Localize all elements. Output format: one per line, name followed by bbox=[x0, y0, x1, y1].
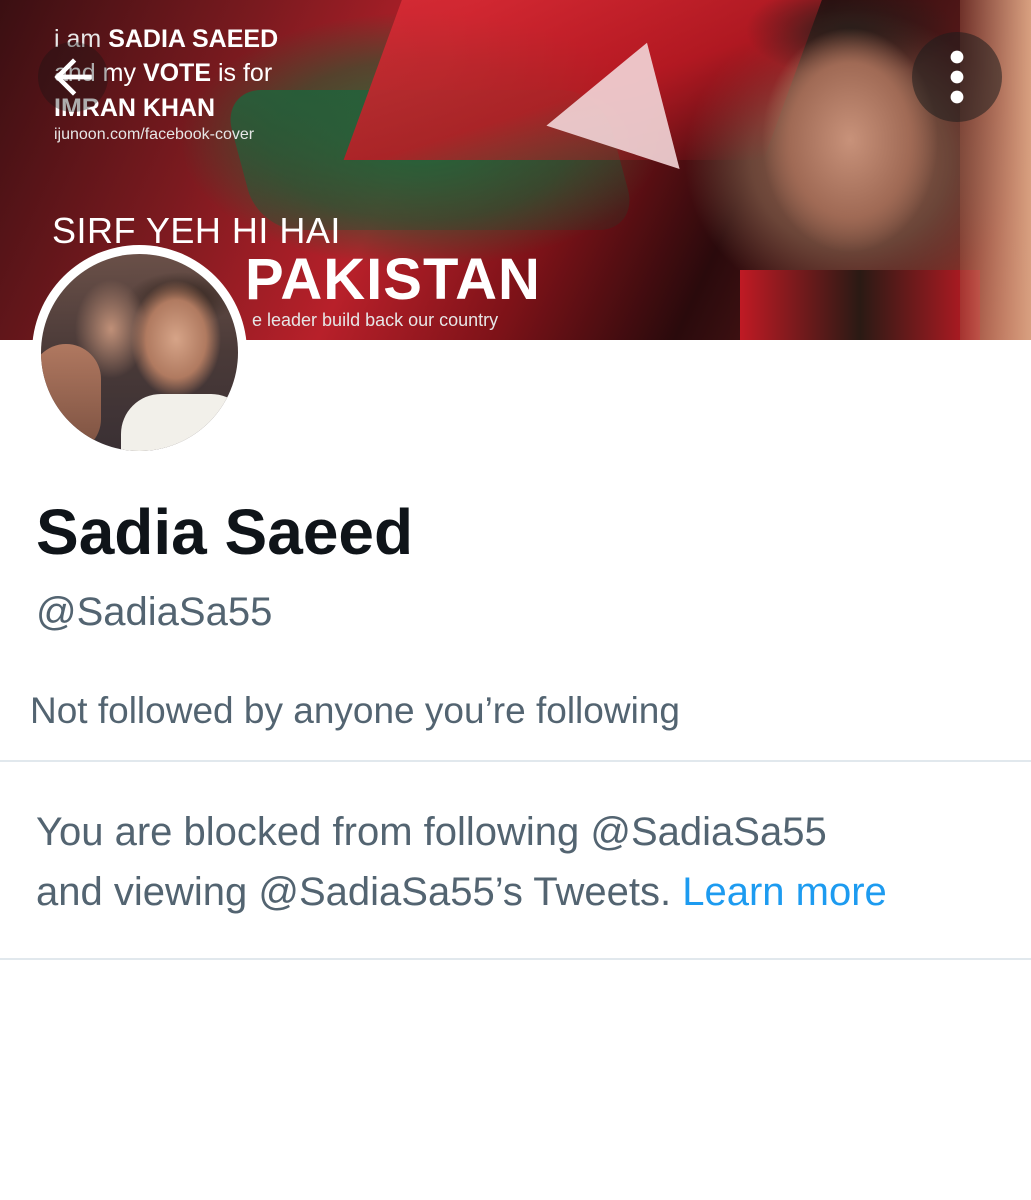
avatar-frame[interactable] bbox=[32, 245, 247, 460]
avatar-side-figure bbox=[41, 344, 101, 451]
more-vertical-icon bbox=[950, 50, 964, 104]
banner-tagline: e leader build back our country bbox=[252, 310, 499, 330]
blocked-message-line1: You are blocked from following @SadiaSa5… bbox=[36, 810, 827, 854]
display-name: Sadia Saeed bbox=[36, 496, 414, 568]
banner-portrait-shirt bbox=[740, 270, 980, 340]
banner-text-is-for: is for bbox=[217, 59, 273, 87]
blocked-message-line2: and viewing @SadiaSa55’s Tweets. bbox=[36, 870, 672, 914]
arrow-left-icon bbox=[54, 58, 92, 96]
user-handle: @SadiaSa55 bbox=[36, 590, 273, 634]
divider bbox=[0, 958, 1031, 960]
banner-headline2: PAKISTAN bbox=[245, 247, 541, 312]
blocked-message: You are blocked from following @SadiaSa5… bbox=[36, 802, 1016, 922]
learn-more-link[interactable]: Learn more bbox=[682, 870, 887, 914]
banner-text-name: SADIA SAEED bbox=[108, 25, 279, 53]
back-button[interactable] bbox=[38, 42, 108, 112]
avatar[interactable] bbox=[41, 254, 238, 451]
more-options-button[interactable] bbox=[912, 32, 1002, 122]
banner-text-vote: VOTE bbox=[142, 59, 212, 87]
divider bbox=[0, 760, 1031, 762]
avatar-shirt bbox=[121, 394, 238, 451]
banner-url: ijunoon.com/facebook-cover bbox=[54, 126, 255, 143]
followed-by-text: Not followed by anyone you’re following bbox=[30, 690, 680, 731]
